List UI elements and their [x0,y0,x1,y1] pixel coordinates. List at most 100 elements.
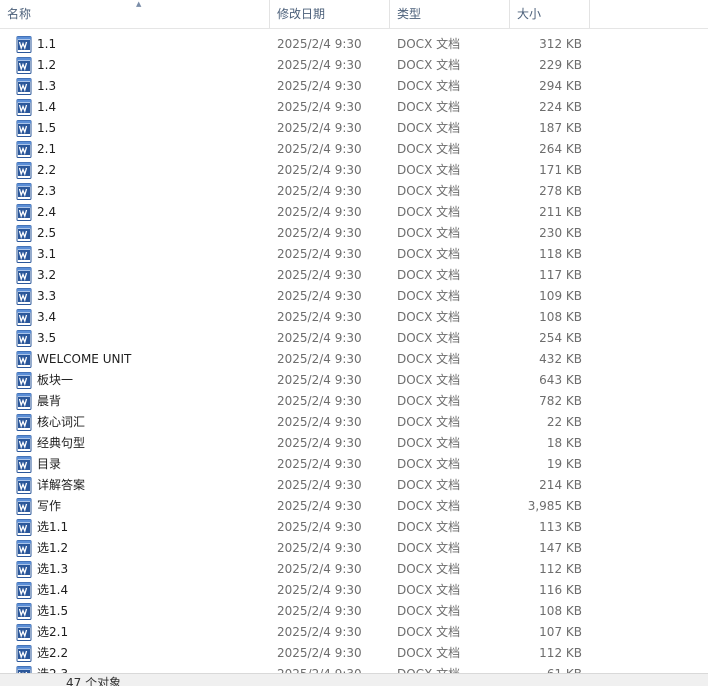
file-row[interactable]: 写作 2025/2/4 9:30 DOCX 文档 3,985 KB [0,496,600,517]
word-document-icon [16,540,32,557]
column-header-size-label: 大小 [517,7,542,21]
file-date: 2025/2/4 9:30 [277,331,362,345]
file-row[interactable]: 目录 2025/2/4 9:30 DOCX 文档 19 KB [0,454,600,475]
file-name: 详解答案 [37,478,86,492]
file-type: DOCX 文档 [397,499,461,513]
file-row[interactable]: 3.5 2025/2/4 9:30 DOCX 文档 254 KB [0,328,600,349]
file-row[interactable]: 1.5 2025/2/4 9:30 DOCX 文档 187 KB [0,118,600,139]
file-type: DOCX 文档 [397,394,461,408]
word-document-icon [16,225,32,242]
word-document-icon [16,204,32,221]
file-date: 2025/2/4 9:30 [277,100,362,114]
file-type: DOCX 文档 [397,37,461,51]
column-header-type[interactable]: 类型 [390,0,510,28]
file-size: 294 KB [539,79,582,93]
file-row[interactable]: 选2.3 2025/2/4 9:30 DOCX 文档 61 KB [0,664,600,673]
file-size: 211 KB [539,205,582,219]
file-date: 2025/2/4 9:30 [277,436,362,450]
word-document-icon [16,246,32,263]
file-name: 1.2 [37,58,57,72]
file-size: 264 KB [539,142,582,156]
file-row[interactable]: 选1.1 2025/2/4 9:30 DOCX 文档 113 KB [0,517,600,538]
word-document-icon [16,477,32,494]
file-size: 108 KB [539,310,582,324]
file-row[interactable]: 2.3 2025/2/4 9:30 DOCX 文档 278 KB [0,181,600,202]
file-size: 230 KB [539,226,582,240]
file-size: 432 KB [539,352,582,366]
file-size: 782 KB [539,394,582,408]
file-name: 选1.5 [37,604,69,618]
file-row[interactable]: 3.3 2025/2/4 9:30 DOCX 文档 109 KB [0,286,600,307]
file-row[interactable]: 1.1 2025/2/4 9:30 DOCX 文档 312 KB [0,34,600,55]
file-date: 2025/2/4 9:30 [277,373,362,387]
file-name: 板块一 [37,373,74,387]
file-name: 1.3 [37,79,57,93]
file-type: DOCX 文档 [397,352,461,366]
file-name: 经典句型 [37,436,86,450]
file-type: DOCX 文档 [397,247,461,261]
file-size: 112 KB [539,646,582,660]
file-row[interactable]: 2.4 2025/2/4 9:30 DOCX 文档 211 KB [0,202,600,223]
file-row[interactable]: 选1.5 2025/2/4 9:30 DOCX 文档 108 KB [0,601,600,622]
file-type: DOCX 文档 [397,142,461,156]
file-row[interactable]: 选1.2 2025/2/4 9:30 DOCX 文档 147 KB [0,538,600,559]
file-row[interactable]: 2.5 2025/2/4 9:30 DOCX 文档 230 KB [0,223,600,244]
file-row[interactable]: 选1.4 2025/2/4 9:30 DOCX 文档 116 KB [0,580,600,601]
file-row[interactable]: 3.2 2025/2/4 9:30 DOCX 文档 117 KB [0,265,600,286]
file-row[interactable]: WELCOME UNIT 2025/2/4 9:30 DOCX 文档 432 KB [0,349,600,370]
file-size: 187 KB [539,121,582,135]
file-row[interactable]: 选2.1 2025/2/4 9:30 DOCX 文档 107 KB [0,622,600,643]
file-type: DOCX 文档 [397,457,461,471]
file-row[interactable]: 1.4 2025/2/4 9:30 DOCX 文档 224 KB [0,97,600,118]
sort-ascending-icon: ▲ [136,0,142,8]
word-document-icon [16,414,32,431]
file-name: WELCOME UNIT [37,352,132,366]
file-size: 229 KB [539,58,582,72]
file-row[interactable]: 1.2 2025/2/4 9:30 DOCX 文档 229 KB [0,55,600,76]
file-size: 112 KB [539,562,582,576]
file-size: 113 KB [539,520,582,534]
word-document-icon [16,78,32,95]
word-document-icon [16,372,32,389]
file-row[interactable]: 3.1 2025/2/4 9:30 DOCX 文档 118 KB [0,244,600,265]
file-row[interactable]: 核心词汇 2025/2/4 9:30 DOCX 文档 22 KB [0,412,600,433]
word-document-icon [16,267,32,284]
file-type: DOCX 文档 [397,331,461,345]
word-document-icon [16,456,32,473]
file-row[interactable]: 选2.2 2025/2/4 9:30 DOCX 文档 112 KB [0,643,600,664]
file-size: 171 KB [539,163,582,177]
word-document-icon [16,666,32,673]
file-size: 224 KB [539,100,582,114]
file-name: 3.4 [37,310,57,324]
file-type: DOCX 文档 [397,583,461,597]
file-date: 2025/2/4 9:30 [277,520,362,534]
file-row[interactable]: 经典句型 2025/2/4 9:30 DOCX 文档 18 KB [0,433,600,454]
column-header-size[interactable]: 大小 [510,0,590,28]
file-type: DOCX 文档 [397,163,461,177]
file-row[interactable]: 2.2 2025/2/4 9:30 DOCX 文档 171 KB [0,160,600,181]
file-date: 2025/2/4 9:30 [277,457,362,471]
file-name: 2.5 [37,226,57,240]
file-row[interactable]: 2.1 2025/2/4 9:30 DOCX 文档 264 KB [0,139,600,160]
file-row[interactable]: 晨背 2025/2/4 9:30 DOCX 文档 782 KB [0,391,600,412]
file-row[interactable]: 板块一 2025/2/4 9:30 DOCX 文档 643 KB [0,370,600,391]
file-size: 643 KB [539,373,582,387]
file-list: 1.1 2025/2/4 9:30 DOCX 文档 312 KB 1.2 2025/2/4… [0,34,708,673]
file-name: 3.5 [37,331,57,345]
file-type: DOCX 文档 [397,289,461,303]
file-name: 1.1 [37,37,57,51]
file-name: 晨背 [37,394,62,408]
file-type: DOCX 文档 [397,226,461,240]
column-header-date[interactable]: 修改日期 [270,0,390,28]
file-date: 2025/2/4 9:30 [277,310,362,324]
file-type: DOCX 文档 [397,268,461,282]
file-name: 3.2 [37,268,57,282]
file-row[interactable]: 1.3 2025/2/4 9:30 DOCX 文档 294 KB [0,76,600,97]
file-row[interactable]: 3.4 2025/2/4 9:30 DOCX 文档 108 KB [0,307,600,328]
word-document-icon [16,582,32,599]
column-header-name[interactable]: 名称 [0,0,270,28]
column-header-date-label: 修改日期 [277,7,326,21]
file-row[interactable]: 选1.3 2025/2/4 9:30 DOCX 文档 112 KB [0,559,600,580]
file-size: 278 KB [539,184,582,198]
file-row[interactable]: 详解答案 2025/2/4 9:30 DOCX 文档 214 KB [0,475,600,496]
